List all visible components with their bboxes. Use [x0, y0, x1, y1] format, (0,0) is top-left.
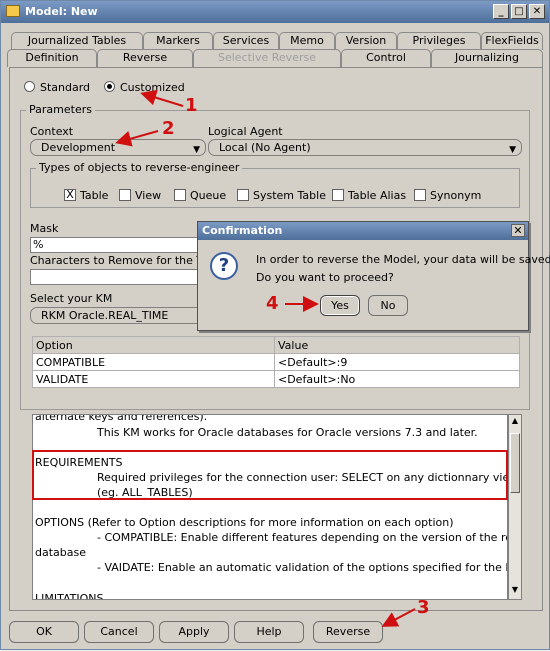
callout-arrow-3	[381, 608, 416, 627]
description-line: alternate keys and references).	[35, 414, 208, 423]
tab-definition[interactable]: Definition	[7, 49, 97, 67]
synonym-checkbox[interactable]	[414, 189, 426, 201]
chars-remove-input[interactable]	[30, 269, 210, 285]
tab-row-back: Journalized Tables Markers Services Memo…	[7, 32, 547, 50]
chars-remove-label: Characters to Remove for the Table	[30, 254, 225, 267]
app-icon	[6, 5, 20, 17]
maximize-button[interactable]: □	[511, 4, 527, 19]
km-select[interactable]: RKM Oracle.REAL_TIME	[30, 307, 206, 324]
callout-3: 3	[417, 597, 430, 618]
question-icon: ?	[210, 252, 238, 280]
queue-checkbox-label: Queue	[190, 189, 227, 202]
confirmation-dialog: Confirmation ✕ ? In order to reverse the…	[197, 221, 550, 331]
scroll-thumb[interactable]	[510, 433, 520, 493]
km-label: Select your KM	[30, 292, 113, 305]
tab-services[interactable]: Services	[213, 32, 279, 50]
option-cell: COMPATIBLE	[32, 353, 275, 371]
tab-reverse[interactable]: Reverse	[97, 49, 193, 67]
close-button[interactable]: ✕	[529, 4, 545, 19]
option-column-header: Option	[32, 336, 275, 354]
help-button[interactable]: Help	[234, 621, 304, 643]
value-cell[interactable]: <Default>:No	[274, 370, 520, 388]
standard-label: Standard	[40, 81, 91, 94]
table-row[interactable]: VALIDATE <Default>:No	[32, 370, 520, 388]
view-checkbox-label: View	[135, 189, 162, 202]
yes-button[interactable]: Yes	[320, 295, 360, 316]
dialog-title-text: Confirmation	[202, 224, 283, 237]
cancel-button[interactable]: Cancel	[84, 621, 154, 643]
chevron-down-icon: ▼	[193, 145, 200, 155]
system-table-checkbox[interactable]	[237, 189, 249, 201]
option-cell: VALIDATE	[32, 370, 275, 388]
callout-4: 4	[266, 293, 279, 314]
requirements-highlight	[32, 450, 508, 500]
customized-label: Customized	[120, 81, 185, 94]
description-scrollbar[interactable]: ▲ ▼	[508, 414, 522, 600]
description-line: LIMITATIONS	[35, 592, 104, 600]
types-group	[30, 168, 520, 208]
options-table: Option Value COMPATIBLE <Default>:9 VALI…	[32, 336, 520, 388]
customized-radio[interactable]	[104, 81, 115, 92]
standard-radio[interactable]	[24, 81, 35, 92]
tab-journalizing[interactable]: Journalizing	[431, 49, 543, 67]
table-alias-checkbox[interactable]	[332, 189, 344, 201]
no-button[interactable]: No	[368, 295, 408, 316]
context-value: Development	[41, 141, 116, 154]
tab-selective-reverse: Selective Reverse	[193, 49, 341, 67]
logical-agent-select[interactable]: Local (No Agent) ▼	[208, 139, 522, 156]
reverse-button[interactable]: Reverse	[313, 621, 383, 643]
tab-row-front: Definition Reverse Selective Reverse Con…	[7, 49, 547, 67]
mask-label: Mask	[30, 222, 59, 235]
logical-agent-value: Local (No Agent)	[219, 141, 311, 154]
dialog-close-button[interactable]: ✕	[511, 224, 525, 237]
description-line: database	[35, 546, 86, 559]
queue-checkbox[interactable]	[174, 189, 186, 201]
scroll-up-icon[interactable]: ▲	[510, 416, 520, 428]
context-label: Context	[30, 125, 74, 138]
tab-memo[interactable]: Memo	[279, 32, 335, 50]
description-line: This KM works for Oracle databases for O…	[97, 426, 478, 439]
tab-flexfields[interactable]: FlexFields	[481, 32, 543, 50]
value-cell[interactable]: <Default>:9	[274, 353, 520, 371]
table-header-row: Option Value	[32, 336, 520, 354]
dialog-message-line1: In order to reverse the Model, your data…	[256, 253, 550, 266]
ok-button[interactable]: OK	[9, 621, 79, 643]
chevron-down-icon: ▼	[509, 145, 516, 155]
tab-privileges[interactable]: Privileges	[397, 32, 481, 50]
system-table-checkbox-label: System Table	[253, 189, 326, 202]
minimize-button[interactable]: _	[493, 4, 509, 19]
title-bar: Model: New _ □ ✕	[1, 1, 549, 23]
tab-version[interactable]: Version	[335, 32, 397, 50]
dialog-title: Confirmation	[198, 222, 528, 240]
logical-agent-label: Logical Agent	[208, 125, 283, 138]
table-alias-checkbox-label: Table Alias	[348, 189, 407, 202]
table-checkbox[interactable]: X	[64, 189, 76, 201]
synonym-checkbox-label: Synonym	[430, 189, 482, 202]
context-select[interactable]: Development ▼	[30, 139, 206, 156]
tab-markers[interactable]: Markers	[143, 32, 213, 50]
types-legend: Types of objects to reverse-engineer	[36, 161, 243, 174]
km-description: alternate keys and references). This KM …	[32, 414, 508, 600]
description-line: - COMPATIBLE: Enable different features …	[97, 531, 508, 544]
value-column-header: Value	[274, 336, 520, 354]
dialog-message-line2: Do you want to proceed?	[256, 271, 394, 284]
km-value: RKM Oracle.REAL_TIME	[41, 309, 169, 322]
parameters-legend: Parameters	[26, 103, 95, 116]
description-line: - VAIDATE: Enable an automatic validatio…	[97, 561, 508, 574]
table-checkbox-label: Table	[80, 189, 109, 202]
table-row[interactable]: COMPATIBLE <Default>:9	[32, 353, 520, 371]
window-title: Model: New	[25, 5, 98, 18]
scroll-down-icon[interactable]: ▼	[510, 585, 520, 597]
model-window: Model: New _ □ ✕ Journalized Tables Mark…	[0, 0, 550, 650]
description-line: OPTIONS (Refer to Option descriptions fo…	[35, 516, 454, 529]
callout-1: 1	[185, 95, 198, 116]
view-checkbox[interactable]	[119, 189, 131, 201]
mask-input[interactable]: %	[30, 237, 210, 253]
tab-control[interactable]: Control	[341, 49, 431, 67]
apply-button[interactable]: Apply	[159, 621, 229, 643]
callout-2: 2	[162, 118, 175, 139]
tab-journalized-tables[interactable]: Journalized Tables	[11, 32, 143, 50]
reverse-panel: Standard Customized Parameters Context D…	[9, 67, 543, 611]
